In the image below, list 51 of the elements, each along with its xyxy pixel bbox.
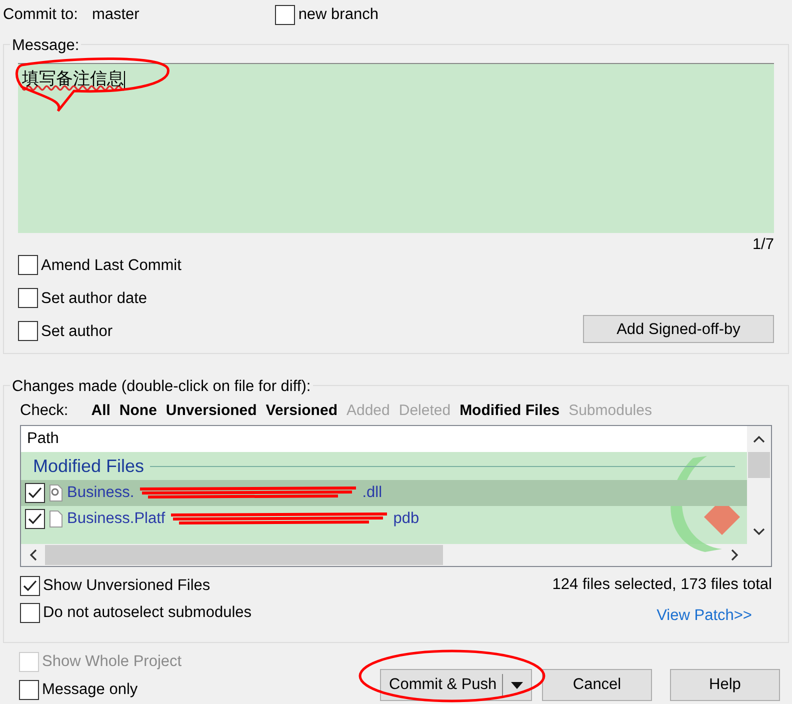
check-icon bbox=[23, 580, 37, 592]
dialog-button[interactable]: Cancel bbox=[542, 669, 652, 701]
gear-file-icon bbox=[49, 484, 63, 502]
scrollbar-thumb[interactable] bbox=[45, 545, 443, 565]
file-row[interactable]: Business. .dll bbox=[21, 480, 747, 506]
add-signed-off-button[interactable]: Add Signed-off-by bbox=[583, 315, 774, 344]
check-filter-link[interactable]: All bbox=[91, 400, 110, 422]
horizontal-scrollbar[interactable] bbox=[21, 544, 771, 566]
checkbox-label: Show Unversioned Files bbox=[43, 576, 210, 596]
checkbox-label: Amend Last Commit bbox=[41, 256, 182, 276]
checkbox[interactable] bbox=[275, 5, 296, 25]
checkbox[interactable] bbox=[18, 288, 38, 308]
line-counter: 1/7 bbox=[752, 235, 774, 255]
checkbox-label: Do not autoselect submodules bbox=[43, 603, 252, 624]
checkbox-label: Set author bbox=[41, 322, 113, 342]
dropdown-caret-icon bbox=[511, 682, 523, 688]
checkbox[interactable] bbox=[25, 509, 45, 529]
view-patch-link[interactable]: View Patch>> bbox=[656, 604, 752, 628]
file-path-start: Business. bbox=[67, 483, 134, 504]
checkbox-label: Set author date bbox=[41, 288, 147, 309]
path-column-header[interactable]: Path bbox=[21, 426, 747, 452]
check-filter-link[interactable]: Modified Files bbox=[460, 400, 560, 422]
file-row[interactable]: Business.Platf pdb bbox=[21, 506, 747, 532]
checkbox-label: Show Whole Project bbox=[42, 652, 182, 672]
checkbox[interactable] bbox=[20, 576, 40, 596]
check-icon bbox=[28, 487, 42, 499]
branch-name: master bbox=[92, 5, 140, 26]
check-filter-link[interactable]: Unversioned bbox=[166, 400, 257, 422]
commit-to-label: Commit to: bbox=[3, 5, 78, 26]
group-header: Modified Files bbox=[33, 454, 144, 478]
check-filter-link[interactable]: None bbox=[119, 400, 157, 422]
checkbox[interactable] bbox=[18, 255, 38, 276]
vertical-scrollbar[interactable] bbox=[747, 426, 771, 544]
checkbox[interactable] bbox=[20, 603, 40, 623]
checkbox[interactable] bbox=[19, 680, 39, 700]
check-icon bbox=[28, 513, 42, 525]
check-label: Check: bbox=[20, 401, 68, 422]
checkbox-label: new branch bbox=[298, 5, 378, 26]
file-path-end: .dll bbox=[362, 483, 382, 504]
check-filter-link[interactable]: Versioned bbox=[266, 400, 338, 422]
commit-push-button[interactable]: Commit & Push bbox=[380, 669, 532, 701]
file-icon bbox=[49, 510, 63, 528]
dialog-button[interactable]: Help bbox=[670, 669, 780, 701]
checkbox[interactable] bbox=[25, 483, 45, 503]
checkbox[interactable] bbox=[18, 321, 38, 342]
selection-summary: 124 files selected, 173 files total bbox=[552, 575, 772, 595]
scrollbar-thumb[interactable] bbox=[748, 452, 770, 478]
file-path-end: pdb bbox=[393, 509, 420, 530]
checkbox-label: Message only bbox=[42, 680, 138, 700]
message-field[interactable]: 填写备注信息 bbox=[18, 63, 774, 233]
file-path-start: Business.Platf bbox=[67, 509, 166, 530]
